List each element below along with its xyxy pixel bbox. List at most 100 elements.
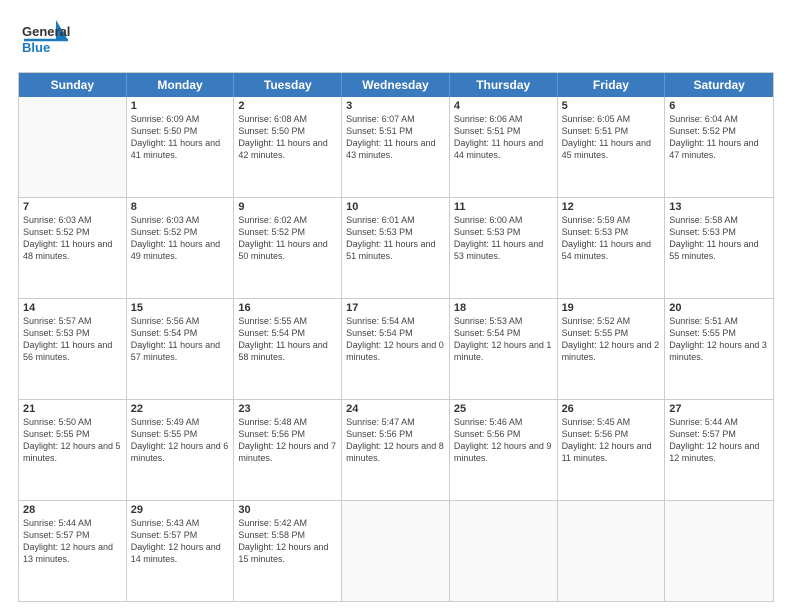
calendar-cell: 29Sunrise: 5:43 AM Sunset: 5:57 PM Dayli… xyxy=(127,501,235,601)
cell-sun-info: Sunrise: 6:03 AM Sunset: 5:52 PM Dayligh… xyxy=(23,214,122,263)
cell-sun-info: Sunrise: 5:59 AM Sunset: 5:53 PM Dayligh… xyxy=(562,214,661,263)
svg-text:Blue: Blue xyxy=(22,40,50,55)
calendar-cell: 20Sunrise: 5:51 AM Sunset: 5:55 PM Dayli… xyxy=(665,299,773,399)
calendar-cell: 22Sunrise: 5:49 AM Sunset: 5:55 PM Dayli… xyxy=(127,400,235,500)
calendar-cell xyxy=(342,501,450,601)
calendar-cell: 10Sunrise: 6:01 AM Sunset: 5:53 PM Dayli… xyxy=(342,198,450,298)
header: General Blue xyxy=(18,18,774,62)
calendar-cell: 4Sunrise: 6:06 AM Sunset: 5:51 PM Daylig… xyxy=(450,97,558,197)
cell-sun-info: Sunrise: 6:07 AM Sunset: 5:51 PM Dayligh… xyxy=(346,113,445,162)
calendar-cell: 13Sunrise: 5:58 AM Sunset: 5:53 PM Dayli… xyxy=(665,198,773,298)
calendar-header-day: Sunday xyxy=(19,73,127,97)
calendar-week-row: 28Sunrise: 5:44 AM Sunset: 5:57 PM Dayli… xyxy=(19,501,773,601)
calendar-cell: 9Sunrise: 6:02 AM Sunset: 5:52 PM Daylig… xyxy=(234,198,342,298)
day-number: 29 xyxy=(131,504,230,516)
cell-sun-info: Sunrise: 5:57 AM Sunset: 5:53 PM Dayligh… xyxy=(23,315,122,364)
calendar-header-day: Tuesday xyxy=(234,73,342,97)
calendar-cell: 11Sunrise: 6:00 AM Sunset: 5:53 PM Dayli… xyxy=(450,198,558,298)
day-number: 1 xyxy=(131,100,230,112)
cell-sun-info: Sunrise: 5:50 AM Sunset: 5:55 PM Dayligh… xyxy=(23,416,122,465)
calendar-cell: 3Sunrise: 6:07 AM Sunset: 5:51 PM Daylig… xyxy=(342,97,450,197)
cell-sun-info: Sunrise: 5:51 AM Sunset: 5:55 PM Dayligh… xyxy=(669,315,769,364)
calendar-cell: 26Sunrise: 5:45 AM Sunset: 5:56 PM Dayli… xyxy=(558,400,666,500)
day-number: 16 xyxy=(238,302,337,314)
day-number: 20 xyxy=(669,302,769,314)
day-number: 13 xyxy=(669,201,769,213)
calendar-week-row: 7Sunrise: 6:03 AM Sunset: 5:52 PM Daylig… xyxy=(19,198,773,299)
calendar-cell: 12Sunrise: 5:59 AM Sunset: 5:53 PM Dayli… xyxy=(558,198,666,298)
calendar-header-day: Monday xyxy=(127,73,235,97)
calendar-cell xyxy=(19,97,127,197)
calendar-cell: 2Sunrise: 6:08 AM Sunset: 5:50 PM Daylig… xyxy=(234,97,342,197)
day-number: 7 xyxy=(23,201,122,213)
calendar-cell: 6Sunrise: 6:04 AM Sunset: 5:52 PM Daylig… xyxy=(665,97,773,197)
day-number: 8 xyxy=(131,201,230,213)
cell-sun-info: Sunrise: 5:58 AM Sunset: 5:53 PM Dayligh… xyxy=(669,214,769,263)
day-number: 9 xyxy=(238,201,337,213)
cell-sun-info: Sunrise: 5:54 AM Sunset: 5:54 PM Dayligh… xyxy=(346,315,445,364)
calendar-cell: 27Sunrise: 5:44 AM Sunset: 5:57 PM Dayli… xyxy=(665,400,773,500)
calendar-cell: 21Sunrise: 5:50 AM Sunset: 5:55 PM Dayli… xyxy=(19,400,127,500)
day-number: 19 xyxy=(562,302,661,314)
calendar-cell: 24Sunrise: 5:47 AM Sunset: 5:56 PM Dayli… xyxy=(342,400,450,500)
day-number: 21 xyxy=(23,403,122,415)
day-number: 27 xyxy=(669,403,769,415)
cell-sun-info: Sunrise: 5:42 AM Sunset: 5:58 PM Dayligh… xyxy=(238,517,337,566)
cell-sun-info: Sunrise: 6:06 AM Sunset: 5:51 PM Dayligh… xyxy=(454,113,553,162)
day-number: 26 xyxy=(562,403,661,415)
cell-sun-info: Sunrise: 6:08 AM Sunset: 5:50 PM Dayligh… xyxy=(238,113,337,162)
cell-sun-info: Sunrise: 6:04 AM Sunset: 5:52 PM Dayligh… xyxy=(669,113,769,162)
cell-sun-info: Sunrise: 5:52 AM Sunset: 5:55 PM Dayligh… xyxy=(562,315,661,364)
calendar-cell: 15Sunrise: 5:56 AM Sunset: 5:54 PM Dayli… xyxy=(127,299,235,399)
calendar-cell: 7Sunrise: 6:03 AM Sunset: 5:52 PM Daylig… xyxy=(19,198,127,298)
day-number: 2 xyxy=(238,100,337,112)
calendar-cell xyxy=(665,501,773,601)
day-number: 30 xyxy=(238,504,337,516)
page: General Blue SundayMondayTuesdayWednesda… xyxy=(0,0,792,612)
day-number: 24 xyxy=(346,403,445,415)
cell-sun-info: Sunrise: 5:44 AM Sunset: 5:57 PM Dayligh… xyxy=(23,517,122,566)
day-number: 14 xyxy=(23,302,122,314)
calendar-cell: 17Sunrise: 5:54 AM Sunset: 5:54 PM Dayli… xyxy=(342,299,450,399)
calendar-header-day: Thursday xyxy=(450,73,558,97)
logo: General Blue xyxy=(18,18,70,62)
day-number: 25 xyxy=(454,403,553,415)
svg-text:General: General xyxy=(22,24,70,39)
calendar-cell xyxy=(450,501,558,601)
day-number: 10 xyxy=(346,201,445,213)
day-number: 18 xyxy=(454,302,553,314)
logo-icon: General Blue xyxy=(18,18,70,62)
calendar-week-row: 1Sunrise: 6:09 AM Sunset: 5:50 PM Daylig… xyxy=(19,97,773,198)
calendar-cell: 30Sunrise: 5:42 AM Sunset: 5:58 PM Dayli… xyxy=(234,501,342,601)
cell-sun-info: Sunrise: 6:03 AM Sunset: 5:52 PM Dayligh… xyxy=(131,214,230,263)
cell-sun-info: Sunrise: 5:45 AM Sunset: 5:56 PM Dayligh… xyxy=(562,416,661,465)
day-number: 17 xyxy=(346,302,445,314)
cell-sun-info: Sunrise: 5:55 AM Sunset: 5:54 PM Dayligh… xyxy=(238,315,337,364)
cell-sun-info: Sunrise: 5:43 AM Sunset: 5:57 PM Dayligh… xyxy=(131,517,230,566)
cell-sun-info: Sunrise: 6:01 AM Sunset: 5:53 PM Dayligh… xyxy=(346,214,445,263)
calendar-week-row: 21Sunrise: 5:50 AM Sunset: 5:55 PM Dayli… xyxy=(19,400,773,501)
calendar-cell: 14Sunrise: 5:57 AM Sunset: 5:53 PM Dayli… xyxy=(19,299,127,399)
cell-sun-info: Sunrise: 5:47 AM Sunset: 5:56 PM Dayligh… xyxy=(346,416,445,465)
day-number: 6 xyxy=(669,100,769,112)
day-number: 22 xyxy=(131,403,230,415)
calendar-cell: 25Sunrise: 5:46 AM Sunset: 5:56 PM Dayli… xyxy=(450,400,558,500)
day-number: 3 xyxy=(346,100,445,112)
cell-sun-info: Sunrise: 5:48 AM Sunset: 5:56 PM Dayligh… xyxy=(238,416,337,465)
cell-sun-info: Sunrise: 6:02 AM Sunset: 5:52 PM Dayligh… xyxy=(238,214,337,263)
day-number: 15 xyxy=(131,302,230,314)
cell-sun-info: Sunrise: 6:09 AM Sunset: 5:50 PM Dayligh… xyxy=(131,113,230,162)
day-number: 23 xyxy=(238,403,337,415)
calendar-cell: 5Sunrise: 6:05 AM Sunset: 5:51 PM Daylig… xyxy=(558,97,666,197)
cell-sun-info: Sunrise: 5:44 AM Sunset: 5:57 PM Dayligh… xyxy=(669,416,769,465)
calendar-cell xyxy=(558,501,666,601)
calendar-header: SundayMondayTuesdayWednesdayThursdayFrid… xyxy=(19,73,773,97)
calendar-cell: 23Sunrise: 5:48 AM Sunset: 5:56 PM Dayli… xyxy=(234,400,342,500)
calendar-cell: 8Sunrise: 6:03 AM Sunset: 5:52 PM Daylig… xyxy=(127,198,235,298)
day-number: 5 xyxy=(562,100,661,112)
day-number: 11 xyxy=(454,201,553,213)
day-number: 28 xyxy=(23,504,122,516)
calendar-header-day: Wednesday xyxy=(342,73,450,97)
calendar: SundayMondayTuesdayWednesdayThursdayFrid… xyxy=(18,72,774,602)
calendar-cell: 18Sunrise: 5:53 AM Sunset: 5:54 PM Dayli… xyxy=(450,299,558,399)
